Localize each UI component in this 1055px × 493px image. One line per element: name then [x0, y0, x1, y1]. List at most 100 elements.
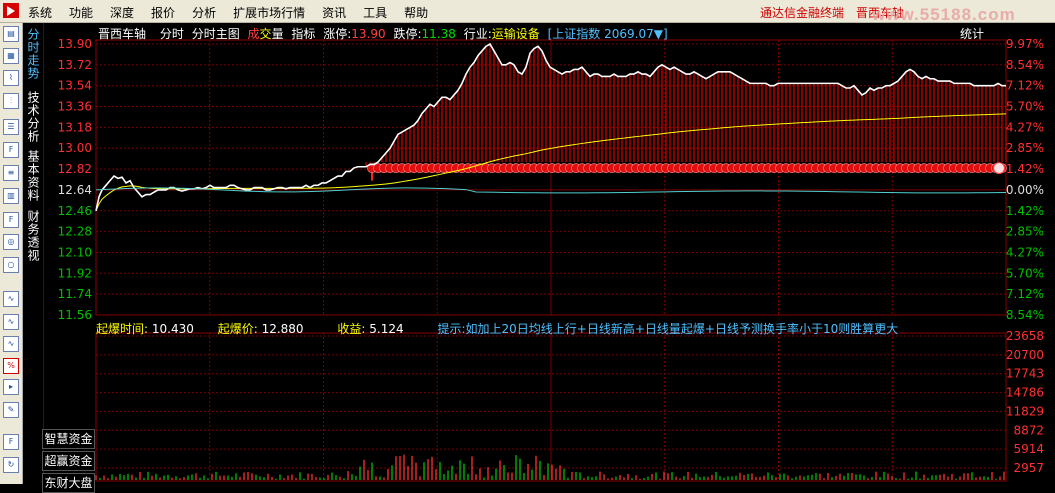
qibao-time-label: 起爆时间: [96, 322, 149, 336]
signal-bead [679, 163, 689, 174]
signal-bead [895, 163, 905, 174]
pct-tick-label: 5.70% [1006, 100, 1044, 114]
indicator-icon[interactable]: ∿ [3, 336, 19, 352]
signal-bead [721, 163, 731, 174]
signal-bead [595, 163, 605, 174]
signal-bead [937, 163, 947, 174]
app-logo-icon[interactable] [3, 3, 19, 18]
signal-bead [409, 163, 419, 174]
percent-icon[interactable]: % [3, 358, 19, 374]
signal-bead [697, 163, 707, 174]
tab-caiwu[interactable]: 财务透视 [25, 210, 41, 262]
tab-fenshi[interactable]: 分时走势 [25, 28, 41, 80]
signal-bead [583, 163, 593, 174]
signal-bead [481, 163, 491, 174]
signal-bead [841, 163, 851, 174]
quote-list-icon[interactable]: ▤ [3, 26, 19, 42]
signal-bead [925, 163, 935, 174]
left-toolbar: ▤ ▦ ⌇ ⫶ ☰ F ≡ ▥ F ◎ ○ ∿ ∿ ∿ % ▸ ✎ F ↻ [0, 23, 23, 484]
price-tick-label: 13.18 [58, 120, 92, 134]
app-title: 通达信金融终端 [760, 6, 845, 20]
menu-item-7[interactable]: 工具 [363, 4, 387, 21]
menu-item-1[interactable]: 功能 [69, 4, 93, 21]
compare-icon[interactable]: ∿ [3, 314, 19, 330]
pen-icon[interactable]: ✎ [3, 402, 19, 418]
menu-item-2[interactable]: 深度 [110, 4, 134, 21]
web-icon[interactable]: ◎ [3, 234, 19, 250]
trend-icon[interactable]: ∿ [3, 291, 19, 307]
indicator-link[interactable]: 指标 [291, 27, 315, 41]
side-btn-zhihui[interactable]: 智慧资金 [42, 429, 95, 449]
f5-icon[interactable]: F [3, 434, 19, 450]
menu-item-6[interactable]: 资讯 [322, 4, 346, 21]
signal-bead [433, 163, 443, 174]
signal-bead [511, 163, 521, 174]
signal-bead [685, 163, 695, 174]
signal-bead [463, 163, 473, 174]
price-tick-label: 13.36 [58, 100, 92, 114]
signal-bead [385, 163, 395, 174]
volume-tick-label: 23658 [1006, 329, 1044, 343]
report-icon[interactable]: ≡ [3, 165, 19, 181]
signal-bead [997, 163, 1007, 174]
search-icon[interactable]: ○ [3, 257, 19, 273]
volume-tick-label: 2957 [1013, 461, 1044, 475]
signal-bead [769, 163, 779, 174]
signal-bead [763, 163, 773, 174]
side-btn-dongcai[interactable]: 东财大盘 [42, 473, 95, 493]
price-tick-label: 11.56 [58, 308, 92, 322]
signal-bead [613, 163, 623, 174]
signal-bead [853, 163, 863, 174]
hangye-value[interactable]: 运输设备 [492, 27, 540, 41]
signal-bead [649, 163, 659, 174]
signal-bead [529, 163, 539, 174]
view-fenshi[interactable]: 分时 [160, 27, 184, 41]
stats-button[interactable]: 统计 [960, 25, 984, 42]
kline-icon[interactable]: ⫶ [3, 93, 19, 109]
pct-tick-label: 2.85% [1006, 141, 1044, 155]
f12-icon[interactable]: F [3, 212, 19, 228]
index-value[interactable]: 2069.07▼] [604, 27, 668, 41]
side-btn-chaoying[interactable]: 超赢资金 [42, 451, 95, 471]
menu-item-4[interactable]: 分析 [192, 4, 216, 21]
intraday-chart[interactable]: 13.90 9.97% 13.72 8.54% 13.54 7.12% 13.36 5.70%… [0, 0, 1055, 484]
volume-tick-label: 14786 [1006, 386, 1044, 400]
signal-bead [727, 163, 737, 174]
signal-bead [919, 163, 929, 174]
menu-item-8[interactable]: 帮助 [404, 4, 428, 21]
export-icon[interactable]: ▸ [3, 379, 19, 395]
qibao-time-value: 10.430 [151, 322, 194, 336]
news-icon[interactable]: ☰ [3, 119, 19, 135]
pct-tick-label: 0.00% [1006, 183, 1044, 197]
menu-item-3[interactable]: 报价 [151, 4, 175, 21]
tab-jishu[interactable]: 技术分析 [25, 91, 41, 143]
view-fenshi-main[interactable]: 分时主图 [192, 27, 240, 41]
signal-bead [601, 163, 611, 174]
signal-bead [913, 163, 923, 174]
signal-bead [655, 163, 665, 174]
pct-tick-label: 2.85% [1006, 225, 1044, 239]
index-label[interactable]: [上证指数 [548, 27, 601, 41]
refresh-icon[interactable]: ↻ [3, 457, 19, 473]
pct-tick-label: 4.27% [1006, 120, 1044, 134]
signal-bead [751, 163, 761, 174]
signal-bead [991, 163, 1001, 174]
line-chart-icon[interactable]: ⌇ [3, 70, 19, 86]
signal-bead [661, 163, 671, 174]
signal-bead [553, 163, 563, 174]
signal-bead [487, 163, 497, 174]
dieting-value: 11.38 [421, 27, 456, 41]
menu-item-0[interactable]: 系统 [28, 4, 52, 21]
dieting-label: 跌停: [393, 27, 422, 41]
finance-icon[interactable]: ▥ [3, 188, 19, 204]
signal-bead [973, 163, 983, 174]
signal-bead [559, 163, 569, 174]
board-icon[interactable]: ▦ [3, 48, 19, 64]
pct-tick-label: 1.42% [1006, 162, 1044, 176]
signal-bead [985, 163, 995, 174]
signal-bead [823, 163, 833, 174]
tab-jiben[interactable]: 基本资料 [25, 150, 41, 202]
menu-item-5[interactable]: 扩展市场行情 [233, 4, 305, 21]
f10-icon[interactable]: F [3, 142, 19, 158]
price-tick-label: 12.10 [58, 245, 92, 259]
